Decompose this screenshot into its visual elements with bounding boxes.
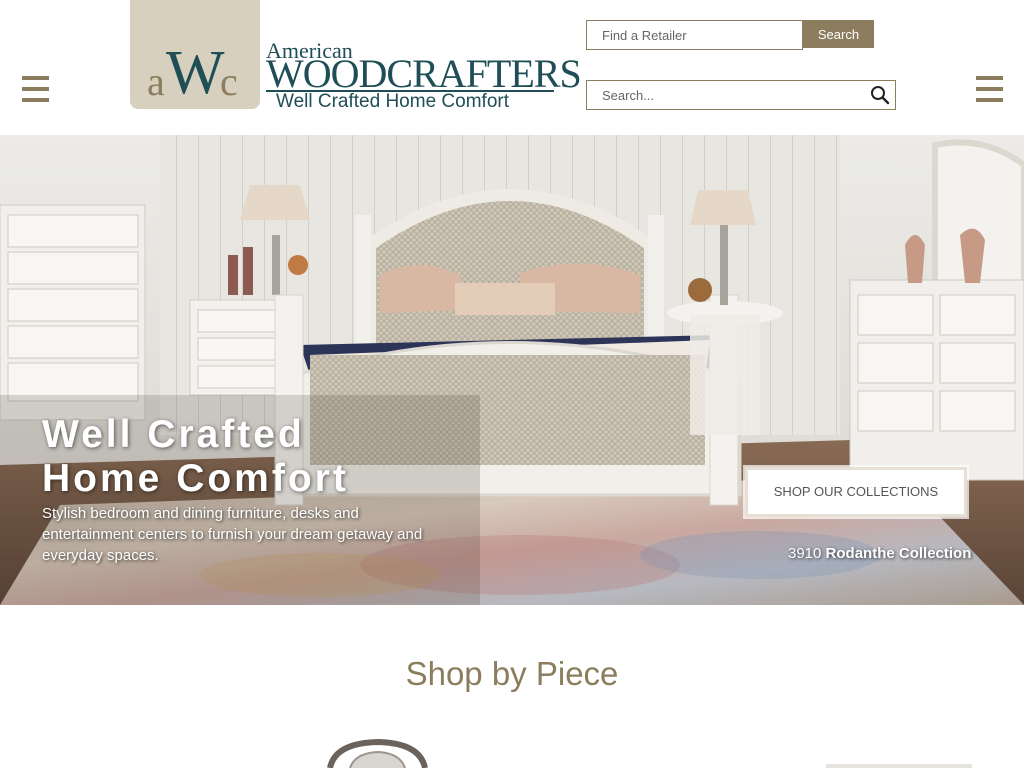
logo-wordmark[interactable]: American WOODCRAFTERS Well Crafted Home … (266, 38, 582, 118)
shop-by-piece-heading: Shop by Piece (405, 655, 619, 692)
hero-banner: Well Crafted Home Comfort Stylish bedroo… (0, 135, 1024, 605)
dresser-thumbnail-icon (826, 764, 972, 768)
svg-text:c: c (220, 59, 238, 104)
awc-monogram-icon: a W c (147, 39, 238, 107)
svg-text:W: W (166, 39, 225, 107)
collection-name: Rodanthe Collection (825, 545, 972, 562)
shop-collections-button[interactable]: SHOP OUR COLLECTIONS (743, 465, 969, 519)
search-icon[interactable] (870, 85, 890, 105)
hero-headline-line2: Home Comfort (42, 457, 349, 500)
svg-text:a: a (147, 59, 165, 104)
piece-thumbnails-preview (327, 738, 972, 768)
find-retailer-input[interactable] (586, 20, 803, 50)
logo-woodcrafters-text: WOODCRAFTERS (266, 51, 582, 96)
hero-headline-line1: Well Crafted (42, 413, 305, 456)
hamburger-menu-icon[interactable] (22, 76, 50, 104)
hero-description: Stylish bedroom and dining furniture, de… (42, 505, 423, 564)
collection-number: 3910 (788, 545, 822, 562)
site-search-input[interactable] (586, 80, 896, 110)
site-header: a W c American WOODCRAFTERS Well Crafted… (0, 0, 1024, 135)
find-retailer-button[interactable]: Search (803, 20, 874, 48)
collection-caption[interactable]: 3910 Rodanthe Collection (788, 545, 971, 562)
logo-tagline: Well Crafted Home Comfort (276, 91, 509, 112)
hamburger-menu-icon[interactable] (976, 76, 1004, 104)
logo-monogram[interactable]: a W c (130, 0, 260, 109)
hero-headline: Well Crafted Home Comfort (42, 413, 349, 501)
